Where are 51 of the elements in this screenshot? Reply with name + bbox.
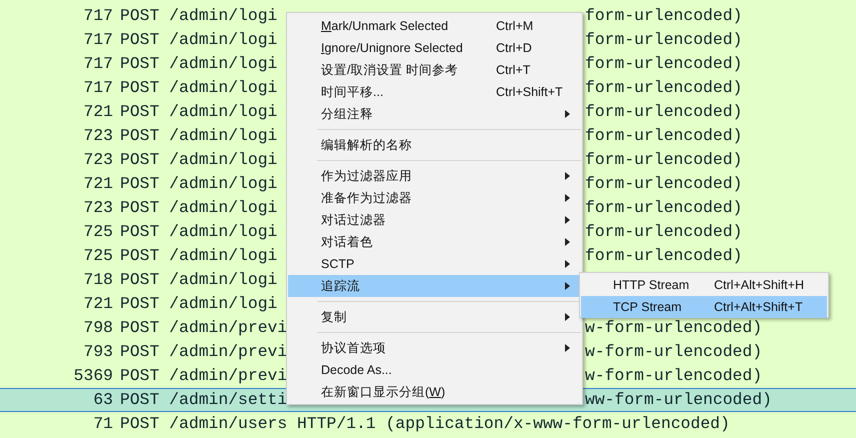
packet-info: form-urlencoded) (585, 173, 744, 195)
packet-number: 717 (82, 29, 113, 51)
packet-info: form-urlencoded) (585, 77, 744, 99)
packet-info: POST /admin/logi (120, 269, 278, 291)
packet-info: POST /admin/logi (120, 53, 278, 75)
packet-number: 793 (82, 341, 113, 363)
packet-info: w-form-urlencoded) (585, 365, 764, 387)
packet-info: POST /admin/users HTTP/1.1 (application/x-www-form-urlencoded) (120, 413, 731, 435)
packet-number: 723 (82, 125, 113, 147)
packet-info: POST /admin/logi (120, 5, 278, 27)
packet-info: form-urlencoded) (585, 101, 744, 123)
packet-info: POST /admin/logi (120, 149, 278, 171)
packet-info: POST /admin/previ (120, 365, 286, 387)
packet-info: POST /admin/logi (120, 173, 278, 195)
packet-info: POST /admin/logi (120, 221, 278, 243)
packet-number: 718 (82, 269, 113, 291)
packet-number: 63 (92, 389, 113, 411)
packet-info: POST /admin/previ (120, 341, 286, 363)
packet-info: form-urlencoded) (585, 29, 744, 51)
packet-info: POST /admin/previ (120, 317, 286, 339)
packet-info: form-urlencoded) (585, 149, 744, 171)
packet-info: form-urlencoded) (585, 125, 744, 147)
packet-number: 717 (82, 77, 113, 99)
packet-info: w-form-urlencoded) (585, 341, 764, 363)
packet-number: 717 (82, 53, 113, 75)
packet-number: 723 (82, 149, 113, 171)
packet-info: POST /admin/logi (120, 29, 278, 51)
packet-number: 721 (82, 173, 113, 195)
packet-number: 721 (82, 101, 113, 123)
packet-number: 725 (82, 221, 113, 243)
packet-info: POST /admin/logi (120, 125, 278, 147)
packet-info: form-urlencoded) (585, 221, 744, 243)
packet-info: POST /admin/logi (120, 101, 278, 123)
packet-number: 717 (82, 5, 113, 27)
packet-number: 71 (92, 413, 113, 435)
packet-info: form-urlencoded) (585, 197, 744, 219)
packet-info: form-urlencoded) (585, 245, 744, 267)
packet-info: POST /admin/setti (120, 389, 286, 411)
packet-info: POST /admin/logi (120, 197, 278, 219)
packet-info: POST /admin/logi (120, 293, 278, 315)
packet-info: POST /admin/logi (120, 77, 278, 99)
packet-info: w-form-urlencoded) (585, 317, 764, 339)
packet-number: 723 (82, 197, 113, 219)
packet-info: ww-form-urlencoded) (585, 389, 773, 411)
packet-number: 721 (82, 293, 113, 315)
packet-number: 5369 (72, 365, 113, 387)
packet-info: form-urlencoded) (585, 5, 744, 27)
packet-info: form-urlencoded) (585, 53, 744, 75)
packet-number: 798 (82, 317, 113, 339)
packet-number: 725 (82, 245, 113, 267)
packet-info: POST /admin/logi (120, 245, 278, 267)
